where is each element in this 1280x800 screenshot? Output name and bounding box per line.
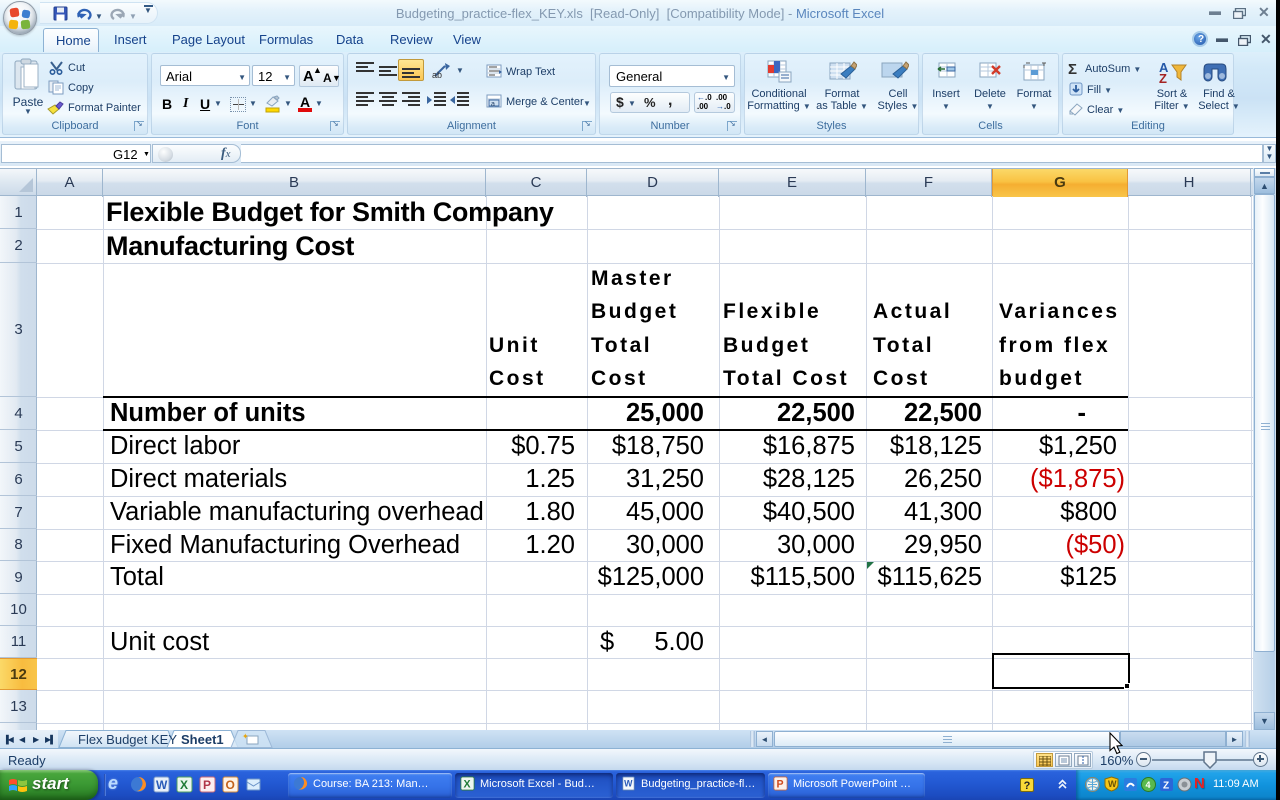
- svg-text:W: W: [156, 778, 168, 792]
- svg-text:Z: Z: [1163, 781, 1169, 792]
- svg-text:W: W: [624, 779, 633, 789]
- svg-text:4: 4: [1146, 780, 1151, 790]
- svg-text:ab: ab: [432, 70, 442, 80]
- svg-text:P: P: [777, 778, 784, 790]
- svg-text:X: X: [464, 778, 471, 790]
- svg-text:P: P: [203, 778, 211, 792]
- svg-text:✦: ✦: [242, 732, 249, 741]
- svg-text:X: X: [180, 778, 188, 792]
- svg-text:W: W: [1108, 779, 1117, 789]
- svg-text:O: O: [226, 778, 235, 792]
- svg-text:a: a: [491, 101, 495, 108]
